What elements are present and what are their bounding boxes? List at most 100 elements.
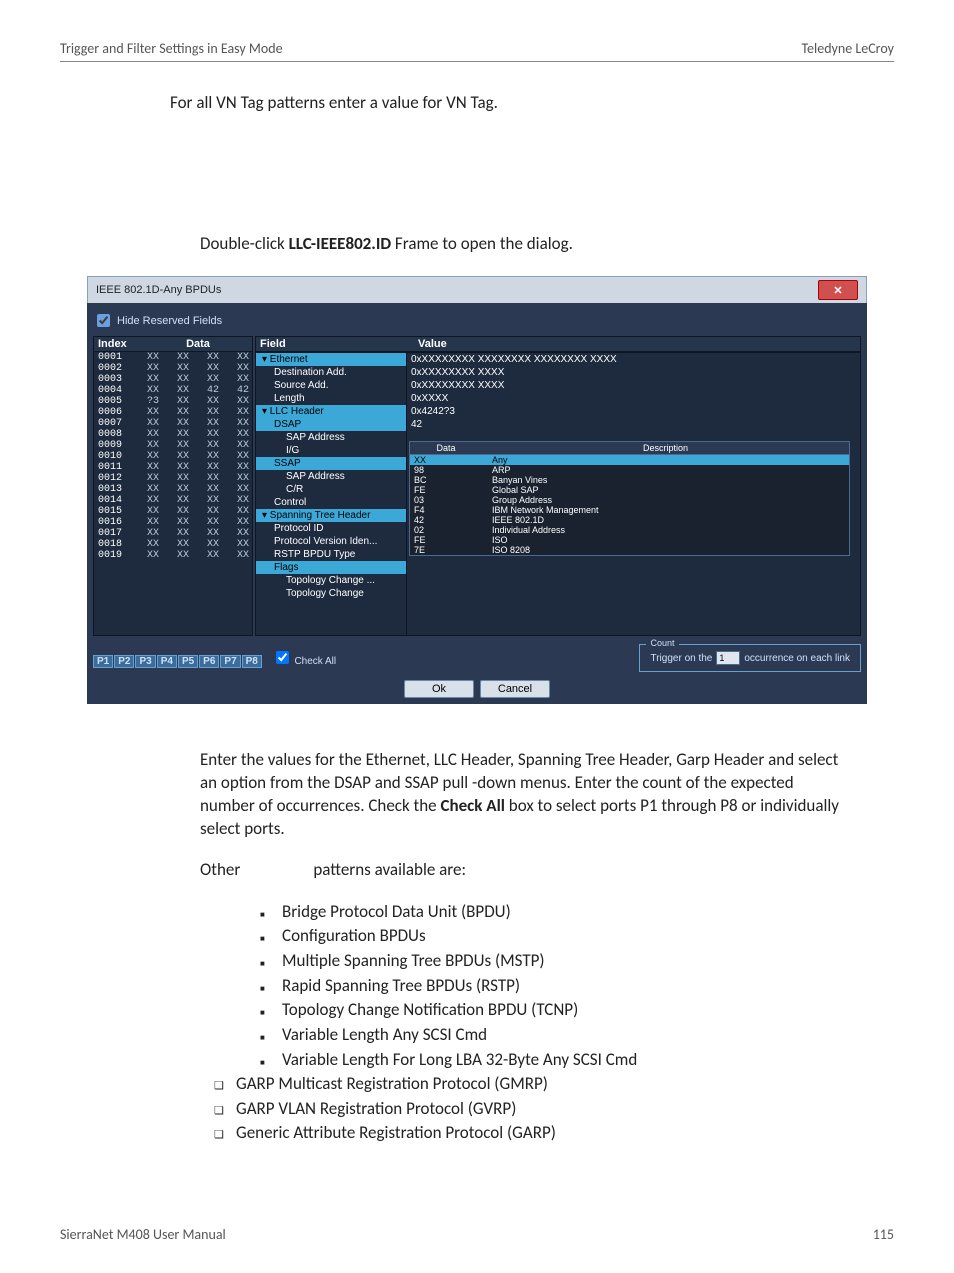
port-tag[interactable]: P2 [114,655,134,668]
tree-node[interactable]: Protocol Version Iden... [256,535,406,548]
tree-node[interactable]: ▾ Spanning Tree Header [256,509,406,522]
dropdown-item[interactable]: F4IBM Network Management [410,505,849,515]
index-row[interactable]: 0017XX XX XX XX [94,528,252,539]
index-row[interactable]: 0016XX XX XX XX [94,517,252,528]
dialog-titlebar[interactable]: IEEE 802.1D-Any BPDUs ✕ [87,276,867,303]
value-row[interactable]: 42 [407,418,860,431]
list-item: Variable Length Any SCSI Cmd [260,1023,894,1048]
dropdown-item[interactable]: FEGlobal SAP [410,485,849,495]
port-tag[interactable]: P5 [178,655,198,668]
index-row[interactable]: 0010XX XX XX XX [94,451,252,462]
index-row[interactable]: 0002XX XX XX XX [94,363,252,374]
tree-node[interactable]: ▾ LLC Header [256,405,406,418]
cancel-button[interactable]: Cancel [480,680,550,698]
check-all-checkbox[interactable]: Check All [272,656,336,667]
list-item: Topology Change Notification BPDU (TCNP) [260,998,894,1023]
index-row[interactable]: 0008XX XX XX XX [94,429,252,440]
index-data-table[interactable]: Index Data 0001XX XX XX XX0002XX XX XX X… [93,336,253,636]
other-b: patterns available are: [313,859,466,880]
hide-reserved-label: Hide Reserved Fields [117,315,222,327]
tree-node[interactable]: Protocol ID [256,522,406,535]
index-row[interactable]: 0018XX XX XX XX [94,539,252,550]
port-tag[interactable]: P8 [242,655,262,668]
port-tag[interactable]: P4 [157,655,177,668]
index-col-header: Index [94,337,144,351]
tree-node[interactable]: Control [256,496,406,509]
dropdown-item[interactable]: 7EISO 8208 [410,545,849,555]
instr-post: Frame to open the dialog. [391,233,573,254]
instr-pre: Double-click [200,233,289,254]
port-selectors[interactable]: P1P2P3P4P5P6P7P8 Check All [93,648,336,668]
index-row[interactable]: 0012XX XX XX XX [94,473,252,484]
tree-node[interactable]: Source Add. [256,379,406,392]
index-row[interactable]: 0005?3 XX XX XX [94,396,252,407]
dialog-title-text: IEEE 802.1D-Any BPDUs [96,284,221,296]
value-list[interactable]: 0xXXXXXXXX XXXXXXXX XXXXXXXX XXXX0xXXXXX… [406,353,860,635]
ok-button[interactable]: Ok [404,680,474,698]
dropdown-item[interactable]: 98ARP [410,465,849,475]
list-item: Rapid Spanning Tree BPDUs (RSTP) [260,974,894,999]
outer-bullet-list: GARP Multicast Registration Protocol (GM… [260,1072,894,1146]
tree-node[interactable]: DSAP [256,418,406,431]
tree-node[interactable]: Topology Change ... [256,574,406,587]
dropdown-item[interactable]: FEISO [410,535,849,545]
data-col-header: Data [144,337,252,351]
port-tag[interactable]: P1 [93,655,113,668]
index-row[interactable]: 0001XX XX XX XX [94,352,252,363]
count-group: Trigger on the occurrence on each link [639,644,861,672]
value-row[interactable]: 0x4242?3 [407,405,860,418]
dropdown-item[interactable]: 02Individual Address [410,525,849,535]
dropdown-item[interactable]: 03Group Address [410,495,849,505]
port-tag[interactable]: P6 [199,655,219,668]
inner-bullet-list: Bridge Protocol Data Unit (BPDU)Configur… [260,900,894,1072]
para1-bold: Check All [440,795,504,816]
list-item: Multiple Spanning Tree BPDUs (MSTP) [260,949,894,974]
value-col-header: Value [414,337,860,351]
list-item: GARP Multicast Registration Protocol (GM… [214,1072,894,1097]
value-row[interactable]: 0xXXXXXXXX XXXX [407,379,860,392]
dsap-dropdown-popup[interactable]: Data Description XXAny98ARPBCBanyan Vine… [409,441,850,556]
tree-node[interactable]: SAP Address [256,431,406,444]
trigger-count-input[interactable] [716,651,740,665]
tree-node[interactable]: Flags [256,561,406,574]
index-row[interactable]: 0011XX XX XX XX [94,462,252,473]
index-row[interactable]: 0015XX XX XX XX [94,506,252,517]
para-1: Enter the values for the Ethernet, LLC H… [200,749,840,841]
tree-node[interactable]: C/R [256,483,406,496]
hide-reserved-input[interactable] [97,314,110,327]
trigger-pre-text: Trigger on the [650,653,712,664]
index-row[interactable]: 0009XX XX XX XX [94,440,252,451]
popup-data-header: Data [410,442,482,454]
instr-bold: LLC-IEEE802.ID [289,233,391,254]
port-tag[interactable]: P3 [135,655,155,668]
hide-reserved-checkbox[interactable]: Hide Reserved Fields [93,309,861,336]
tree-node[interactable]: Length [256,392,406,405]
dropdown-item[interactable]: BCBanyan Vines [410,475,849,485]
value-row[interactable]: 0xXXXX [407,392,860,405]
tree-node[interactable]: Destination Add. [256,366,406,379]
tree-node[interactable]: I/G [256,444,406,457]
index-row[interactable]: 0019XX XX XX XX [94,550,252,561]
value-row[interactable]: 0xXXXXXXXX XXXX [407,366,860,379]
index-row[interactable]: 0004XX XX 42 42 [94,385,252,396]
other-a: Other [200,859,240,880]
close-icon[interactable]: ✕ [818,280,858,300]
dropdown-item[interactable]: 42IEEE 802.1D [410,515,849,525]
index-row[interactable]: 0007XX XX XX XX [94,418,252,429]
check-all-input[interactable] [276,651,289,664]
index-row[interactable]: 0014XX XX XX XX [94,495,252,506]
index-row[interactable]: 0006XX XX XX XX [94,407,252,418]
index-row[interactable]: 0003XX XX XX XX [94,374,252,385]
value-row[interactable]: 0xXXXXXXXX XXXXXXXX XXXXXXXX XXXX [407,353,860,366]
check-all-label: Check All [294,656,336,667]
tree-node[interactable]: ▾ Ethernet [256,353,406,366]
list-item: Generic Attribute Registration Protocol … [214,1121,894,1146]
tree-node[interactable]: RSTP BPDU Type [256,548,406,561]
dropdown-item[interactable]: XXAny [410,455,849,465]
field-tree[interactable]: ▾ Ethernet Destination Add. Source Add. … [256,353,406,635]
index-row[interactable]: 0013XX XX XX XX [94,484,252,495]
tree-node[interactable]: SAP Address [256,470,406,483]
port-tag[interactable]: P7 [220,655,240,668]
tree-node[interactable]: SSAP [256,457,406,470]
tree-node[interactable]: Topology Change [256,587,406,600]
